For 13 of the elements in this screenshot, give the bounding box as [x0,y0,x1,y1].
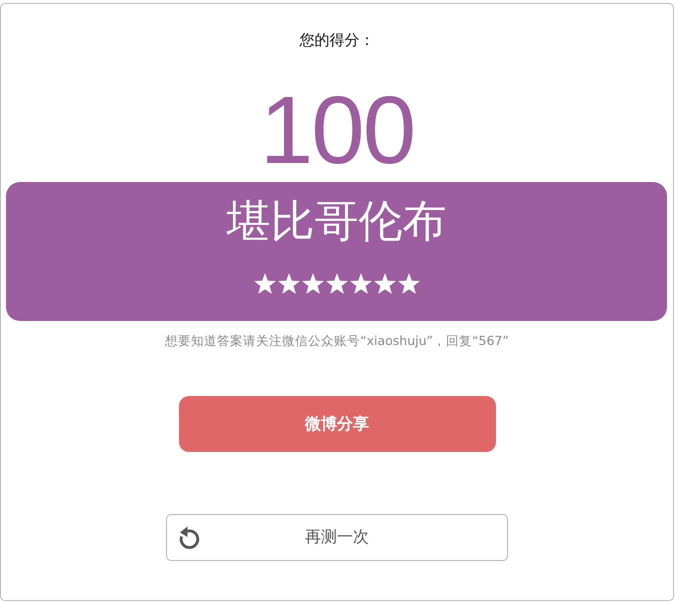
star-icon [302,273,324,294]
result-title: 堪比哥伦布 [226,196,446,248]
star-icon [278,273,300,294]
refresh-icon [178,526,200,549]
hint-text: 想要知道答案请关注微信公众账号“xiaoshuju”，回复“567” [165,333,509,348]
retry-button[interactable]: 再测一次 [166,514,508,561]
star-icon [350,273,372,294]
star-icon [374,273,396,294]
star-icon [326,273,348,294]
score-label: 您的得分： [300,31,374,49]
star-icon [398,273,420,294]
score-value: 100 [260,77,414,184]
star-icon [254,273,276,294]
